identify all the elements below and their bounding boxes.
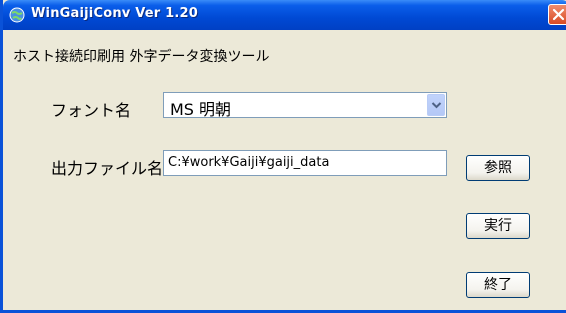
app-globe-icon (9, 7, 25, 23)
main-window: WinGaijiConv Ver 1.20 ホスト接続印刷用 外字データ変換ツー… (0, 0, 566, 313)
title-bar[interactable]: WinGaijiConv Ver 1.20 (3, 0, 566, 30)
execute-button[interactable]: 実行 (466, 213, 530, 239)
dropdown-arrow-button[interactable] (427, 94, 445, 116)
window-title: WinGaijiConv Ver 1.20 (31, 6, 198, 21)
font-select[interactable]: MS 明朝 (163, 92, 447, 119)
exit-button[interactable]: 終了 (466, 272, 530, 298)
font-select-value: MS 明朝 (170, 100, 232, 119)
output-file-label: 出力ファイル名 (51, 159, 164, 178)
output-file-input[interactable]: C:¥work¥Gaiji¥gaiji_data (163, 150, 447, 176)
page-heading: ホスト接続印刷用 外字データ変換ツール (13, 49, 270, 65)
font-name-label: フォント名 (51, 101, 132, 120)
browse-button[interactable]: 参照 (466, 155, 530, 181)
chevron-down-icon (431, 102, 442, 109)
close-button[interactable] (548, 4, 566, 25)
close-icon (552, 8, 565, 21)
